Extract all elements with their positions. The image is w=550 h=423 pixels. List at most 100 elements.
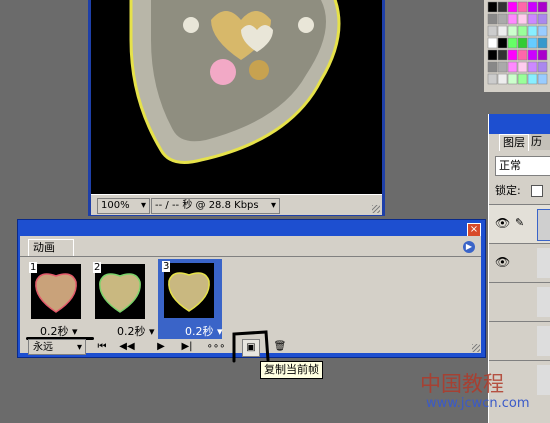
layer-thumbnail (537, 365, 550, 395)
color-swatch[interactable] (507, 25, 518, 37)
loop-select[interactable]: 永远 ▾ (28, 339, 86, 355)
layer-row[interactable] (489, 282, 550, 321)
color-swatch[interactable] (517, 61, 528, 73)
color-swatch[interactable] (527, 61, 538, 73)
layer-row[interactable]: 👁 ✎ (489, 204, 550, 243)
animation-frame-2[interactable]: 2 (91, 262, 151, 324)
layer-row[interactable]: 👁 (489, 243, 550, 282)
frame-delay-3[interactable]: 0.2秒 ▾ (185, 323, 223, 339)
color-swatch[interactable] (537, 61, 548, 73)
color-swatch[interactable] (487, 49, 498, 61)
color-swatch[interactable] (527, 13, 538, 25)
tween-button[interactable]: ∘∘∘ (206, 339, 226, 355)
color-swatch[interactable] (497, 37, 508, 49)
layer-thumbnail (537, 248, 550, 278)
chevron-down-icon: ▾ (140, 200, 146, 211)
swatch-grid[interactable] (484, 0, 550, 92)
color-swatch[interactable] (507, 61, 518, 73)
previous-frame-button[interactable]: ◀◀ (118, 339, 136, 355)
eye-icon[interactable]: 👁 (495, 255, 510, 269)
lock-transparency-checkbox[interactable] (531, 185, 543, 197)
close-icon[interactable]: × (467, 223, 481, 237)
watermark-title: 中国教程 (420, 372, 504, 396)
color-swatch[interactable] (527, 1, 538, 13)
color-swatch[interactable] (487, 25, 498, 37)
color-swatch[interactable] (537, 13, 548, 25)
delete-frame-button[interactable]: 🗑 (272, 339, 288, 355)
resize-grip-icon[interactable] (372, 205, 380, 213)
color-swatch[interactable] (517, 13, 528, 25)
blend-mode-value: 正常 (499, 159, 521, 172)
color-swatch[interactable] (537, 49, 548, 61)
next-frame-button[interactable]: ▶| (178, 339, 196, 355)
layer-row[interactable] (489, 321, 550, 360)
download-info-field[interactable]: -- / -- 秒 @ 28.8 Kbps ▾ (151, 198, 280, 214)
color-swatch[interactable] (507, 1, 518, 13)
tooltip: 复制当前帧 (260, 361, 323, 379)
tab-layers-label: 图层 (503, 136, 525, 149)
layer-thumbnail (537, 287, 550, 317)
color-swatch[interactable] (507, 49, 518, 61)
color-swatch[interactable] (517, 49, 528, 61)
color-swatch[interactable] (527, 25, 538, 37)
trash-icon: 🗑 (273, 341, 287, 352)
heart-locket-image (91, 0, 382, 194)
color-swatch[interactable] (507, 73, 518, 85)
frame-thumbnail (31, 264, 81, 319)
previous-frame-icon: ◀◀ (119, 341, 135, 352)
frame-thumbnail (95, 264, 145, 319)
color-swatch[interactable] (487, 13, 498, 25)
color-swatch[interactable] (537, 73, 548, 85)
color-swatch[interactable] (497, 1, 508, 13)
swatches-panel (484, 0, 550, 92)
loop-select-value: 永远 (33, 342, 53, 353)
download-info-text: -- / -- 秒 @ 28.8 Kbps (155, 200, 259, 211)
color-swatch[interactable] (537, 1, 548, 13)
blend-mode-select[interactable]: 正常 (495, 156, 550, 176)
play-icon: ▶ (157, 341, 165, 352)
color-swatch[interactable] (527, 37, 538, 49)
color-swatch[interactable] (497, 61, 508, 73)
tab-history-label: 历 (531, 135, 542, 148)
color-swatch[interactable] (517, 25, 528, 37)
zoom-value: 100% (101, 200, 130, 211)
first-frame-button[interactable]: ⏮ (93, 339, 111, 355)
image-canvas[interactable] (91, 0, 382, 194)
color-swatch[interactable] (497, 13, 508, 25)
color-swatch[interactable] (487, 1, 498, 13)
tab-history[interactable]: 历 (531, 134, 550, 150)
color-swatch[interactable] (487, 61, 498, 73)
frame-delay-2[interactable]: 0.2秒 ▾ (117, 323, 155, 339)
resize-grip-icon[interactable] (472, 344, 480, 352)
lock-label: 锁定: (495, 184, 521, 197)
animation-frame-1[interactable]: 1 (27, 262, 87, 324)
color-swatch[interactable] (497, 25, 508, 37)
play-button[interactable]: ▶ (152, 339, 170, 355)
panel-gap (484, 92, 550, 114)
tab-animation[interactable]: 动画 (28, 239, 74, 256)
eye-icon[interactable]: 👁 (495, 216, 510, 230)
color-swatch[interactable] (507, 13, 518, 25)
color-swatch[interactable] (517, 73, 528, 85)
color-swatch[interactable] (537, 25, 548, 37)
color-swatch[interactable] (537, 37, 548, 49)
layer-thumbnail (537, 209, 550, 241)
tab-layers[interactable]: 图层 (499, 134, 529, 151)
color-swatch[interactable] (497, 73, 508, 85)
tab-animation-label: 动画 (33, 241, 55, 254)
document-status-bar: 100% ▾ -- / -- 秒 @ 28.8 Kbps ▾ (91, 194, 382, 215)
frame-number: 1 (29, 262, 38, 273)
color-swatch[interactable] (527, 49, 538, 61)
brush-icon: ✎ (515, 216, 525, 229)
color-swatch[interactable] (487, 73, 498, 85)
color-swatch[interactable] (527, 73, 538, 85)
color-swatch[interactable] (487, 37, 498, 49)
zoom-field[interactable]: 100% ▾ (97, 198, 150, 214)
chevron-down-icon: ▾ (270, 200, 276, 211)
frame-number: 3 (162, 261, 171, 272)
panel-menu-icon[interactable]: ▶ (463, 241, 475, 253)
color-swatch[interactable] (497, 49, 508, 61)
color-swatch[interactable] (517, 37, 528, 49)
color-swatch[interactable] (517, 1, 528, 13)
color-swatch[interactable] (507, 37, 518, 49)
